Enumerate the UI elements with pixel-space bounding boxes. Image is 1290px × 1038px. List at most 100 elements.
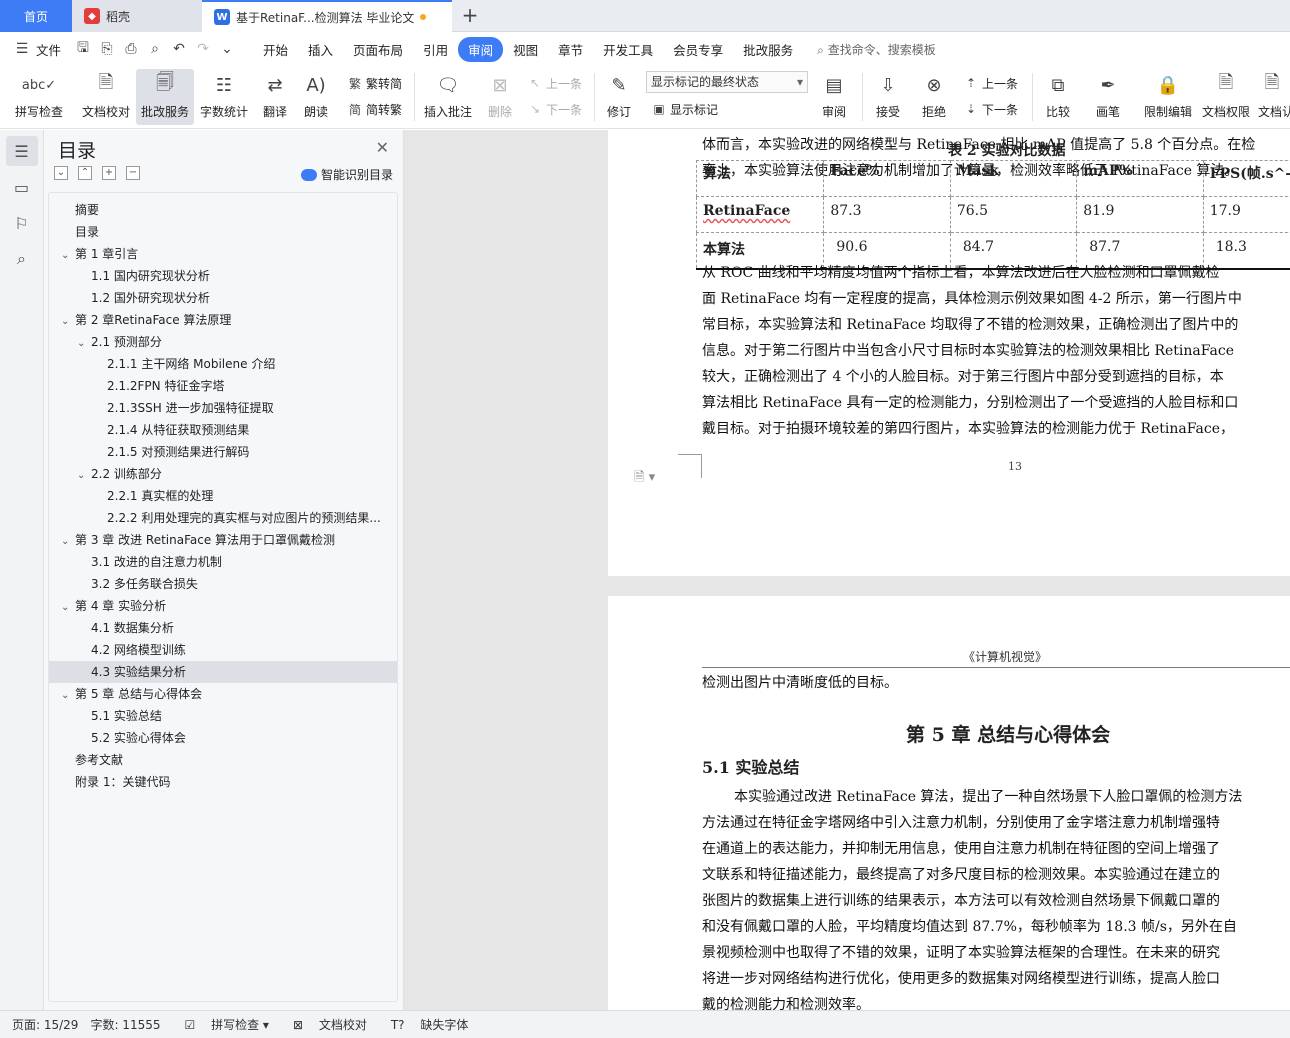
to-trad-button[interactable]: 繁繁转简 (346, 73, 402, 93)
accept-button[interactable]: ⇩ 接受 (868, 69, 908, 125)
chevron-down-icon[interactable]: ⌄ (77, 465, 91, 485)
toc-panel-icon[interactable]: ☰ (5, 136, 38, 166)
doc-cert-button[interactable]: 🗎 文档认 (1258, 69, 1290, 125)
bookmark-icon[interactable]: ⚐ (6, 208, 38, 238)
toc-item[interactable]: 2.1.1 主干网络 Mobilene 介绍 (49, 353, 397, 375)
menu-member[interactable]: 会员专享 (663, 37, 733, 62)
toc-item[interactable]: 5.1 实验总结 (49, 705, 397, 727)
to-simp-button[interactable]: 简简转繁 (346, 99, 402, 119)
tab-home[interactable]: 首页 (0, 0, 72, 32)
smart-toc-button[interactable]: 智能识别目录 (300, 166, 393, 183)
insert-comment-button[interactable]: 🗨 插入批注 (420, 69, 476, 125)
toc-item[interactable]: 3.2 多任务联合损失 (49, 573, 397, 595)
markup-state-select[interactable]: 显示标记的最终状态 (646, 71, 808, 93)
toc-item[interactable]: 1.2 国外研究现状分析 (49, 287, 397, 309)
paragraph-menu-icon[interactable]: 🗎 ▾ (634, 468, 655, 490)
toc-item[interactable]: 4.1 数据集分析 (49, 617, 397, 639)
undo-icon[interactable]: ↶ (167, 41, 191, 57)
toc-item[interactable]: 2.2.1 真实框的处理 (49, 485, 397, 507)
menu-file[interactable]: 文件 (34, 37, 71, 62)
menu-review[interactable]: 审阅 (458, 36, 504, 62)
search-panel-icon[interactable]: ⌕ (6, 244, 38, 274)
toc-item[interactable]: 目录 (49, 221, 397, 243)
word-count-button[interactable]: ☷ 字数统计 (196, 69, 252, 125)
menu-devtools[interactable]: 开发工具 (593, 37, 663, 62)
print-icon[interactable]: ⎙ (119, 41, 143, 57)
translate-button[interactable]: ⇄ 翻译 (254, 69, 296, 125)
redo-icon[interactable]: ↷ (191, 41, 215, 57)
command-search[interactable]: ⌕ 查找命令、搜索模板 (817, 41, 936, 58)
compare-button[interactable]: ⧉ 比较 (1038, 69, 1078, 125)
menu-layout[interactable]: 页面布局 (343, 37, 413, 62)
spell-check-button[interactable]: abc✓ 拼写检查 (8, 69, 70, 125)
close-icon[interactable]: ✕ (376, 138, 389, 157)
toc-item[interactable]: ⌄ 第 3 章 改进 RetinaFace 算法用于口罩佩戴检测 (49, 529, 397, 551)
toc-item[interactable]: 2.1.5 对预测结果进行解码 (49, 441, 397, 463)
tab-document[interactable]: W 基于RetinaF...检测算法 毕业论文 (202, 0, 452, 32)
toc-item[interactable]: ⌄ 第 4 章 实验分析 (49, 595, 397, 617)
toc-item[interactable]: 4.3 实验结果分析 (49, 661, 397, 683)
more-icon[interactable]: ⌄ (215, 41, 239, 57)
menu-start[interactable]: 开始 (253, 37, 298, 62)
hamburger-icon[interactable]: ☰ (10, 41, 34, 57)
menu-correction[interactable]: 批改服务 (733, 37, 803, 62)
chevron-down-icon[interactable]: ⌄ (61, 311, 75, 331)
toc-item[interactable]: 2.1.3SSH 进一步加强特征提取 (49, 397, 397, 419)
toc-item[interactable]: 参考文献 (49, 749, 397, 771)
delete-comment-button[interactable]: ⊠ 删除 (480, 69, 520, 125)
toc-item[interactable]: ⌄ 2.1 预测部分 (49, 331, 397, 353)
prev-comment-button[interactable]: ↖ 上一条 (526, 73, 582, 93)
revise-service-button[interactable]: 🗐 批改服务 (136, 69, 194, 125)
expand-up-icon[interactable]: ⌃ (78, 166, 92, 180)
toc-item[interactable]: 2.1.4 从特征获取预测结果 (49, 419, 397, 441)
review-pane-button[interactable]: ▤ 审阅 (814, 69, 854, 125)
track-changes-button[interactable]: ✎ 修订 (600, 69, 638, 125)
doc-permission-button[interactable]: 🗎 文档权限 (1198, 69, 1254, 125)
preview-icon[interactable]: ⌕ (143, 41, 167, 57)
chevron-down-icon[interactable]: ⌄ (61, 685, 75, 705)
toc-item[interactable]: 2.1.2FPN 特征金字塔 (49, 375, 397, 397)
toc-item[interactable]: ⌄ 第 1 章引言 (49, 243, 397, 265)
read-aloud-button[interactable]: A) 朗读 (298, 69, 334, 125)
table-header-row: 算法 Face% Mask mAP% FPS(帧.s^-1 (695, 160, 1290, 197)
toc-item[interactable]: ⌄ 第 5 章 总结与心得体会 (49, 683, 397, 705)
page-indicator[interactable]: 页面: 15/29 (12, 1016, 78, 1033)
prev-change-button[interactable]: ⇡ 上一条 (962, 73, 1018, 93)
toc-item[interactable]: ⌄ 2.2 训练部分 (49, 463, 397, 485)
export-icon[interactable]: ⎘ (95, 41, 119, 57)
restrict-edit-button[interactable]: 🔒 限制编辑 (1140, 69, 1196, 125)
toc-item[interactable]: 1.1 国内研究现状分析 (49, 265, 397, 287)
doc-check-button[interactable]: 🗎 文档校对 (76, 69, 136, 125)
chevron-down-icon[interactable]: ⌄ (61, 245, 75, 265)
toc-item[interactable]: ⌄ 第 2 章RetinaFace 算法原理 (49, 309, 397, 331)
status-proof[interactable]: ⊠ 文档校对 (281, 1016, 367, 1033)
toc-item[interactable]: 附录 1：关键代码 (49, 771, 397, 793)
menu-insert[interactable]: 插入 (298, 37, 343, 62)
toc-item[interactable]: 3.1 改进的自注意力机制 (49, 551, 397, 573)
toc-item[interactable]: 5.2 实验心得体会 (49, 727, 397, 749)
menu-section[interactable]: 章节 (548, 37, 593, 62)
menu-reference[interactable]: 引用 (413, 37, 458, 62)
toc-item[interactable]: 摘要 (49, 199, 397, 221)
toc-item[interactable]: 4.2 网络模型训练 (49, 639, 397, 661)
tab-daoke[interactable]: ◆ 稻壳 (72, 0, 202, 32)
status-missing-font[interactable]: T? 缺失字体 (379, 1016, 469, 1033)
new-tab-button[interactable]: + (458, 4, 482, 28)
reject-button[interactable]: ⊗ 拒绝 (914, 69, 954, 125)
toc-item[interactable]: 2.2.2 利用处理完的真实框与对应图片的预测结果... (49, 507, 397, 529)
show-markup-button[interactable]: ▣ 显示标记 (650, 99, 718, 119)
save-icon[interactable]: 🖫 (71, 37, 95, 61)
word-count-indicator[interactable]: 字数: 11555 (90, 1016, 160, 1033)
outline-panel-icon[interactable]: ▭ (6, 172, 38, 202)
next-comment-button[interactable]: ↘ 下一条 (526, 99, 582, 119)
next-change-button[interactable]: ⇣ 下一条 (962, 99, 1018, 119)
status-spell-check[interactable]: ☑ 拼写检查 ▾ (173, 1016, 269, 1033)
chevron-down-icon[interactable]: ⌄ (77, 333, 91, 353)
chevron-down-icon[interactable]: ⌄ (61, 597, 75, 617)
menu-view[interactable]: 视图 (503, 37, 548, 62)
collapse-all-icon[interactable]: ⌄ (54, 166, 68, 180)
pen-button[interactable]: ✒ 画笔 (1088, 69, 1128, 125)
chevron-down-icon[interactable]: ⌄ (61, 531, 75, 551)
add-heading-icon[interactable]: + (102, 166, 116, 180)
remove-heading-icon[interactable]: − (126, 166, 140, 180)
